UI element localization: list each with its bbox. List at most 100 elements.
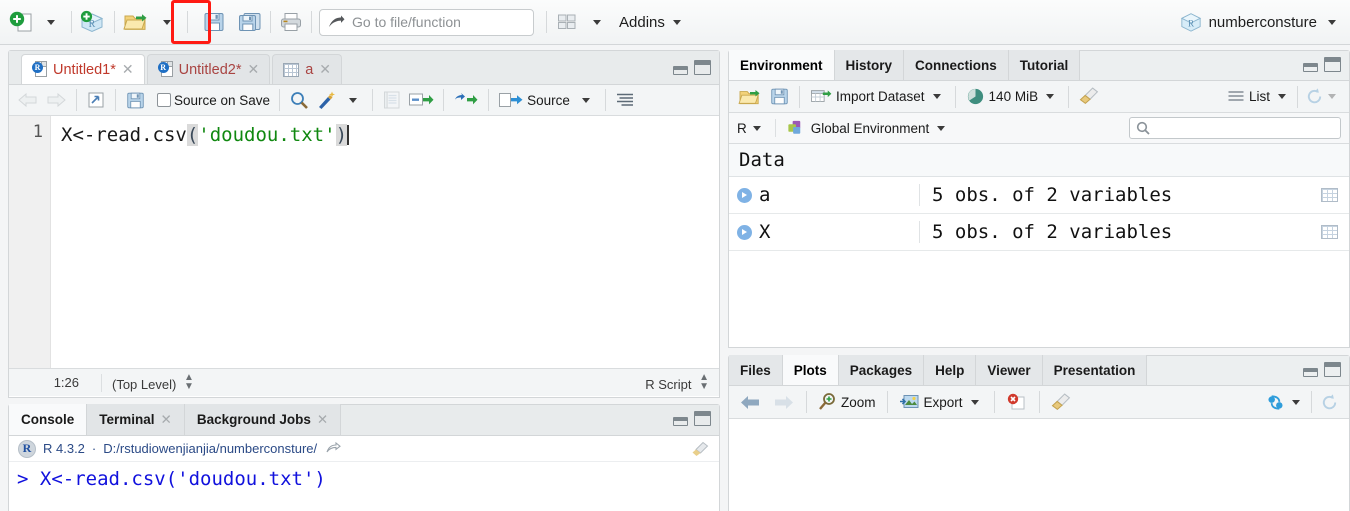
project-cube-icon: R bbox=[1180, 11, 1202, 33]
minimize-icon[interactable] bbox=[673, 417, 688, 426]
tab-environment[interactable]: Environment bbox=[729, 50, 835, 80]
open-file-dropdown[interactable] bbox=[152, 7, 182, 37]
tab-plots[interactable]: Plots bbox=[782, 355, 839, 385]
tab-background-jobs[interactable]: Background Jobs ✕ bbox=[184, 404, 342, 435]
tab-console[interactable]: Console bbox=[9, 404, 88, 435]
tab-help[interactable]: Help bbox=[924, 355, 977, 385]
minimize-icon[interactable] bbox=[1303, 63, 1318, 72]
print-button[interactable] bbox=[276, 7, 306, 37]
scope-selector[interactable]: (Top Level) ▲ ▼ bbox=[112, 372, 194, 393]
compile-report-button[interactable] bbox=[380, 88, 404, 112]
tab-packages[interactable]: Packages bbox=[838, 355, 925, 385]
maximize-icon[interactable] bbox=[1324, 362, 1341, 377]
updown-chevron-icon: ▲ ▼ bbox=[183, 372, 194, 392]
new-project-button[interactable]: R bbox=[77, 7, 109, 37]
close-icon[interactable]: ✕ bbox=[161, 412, 172, 428]
close-icon[interactable]: ✕ bbox=[319, 61, 331, 78]
source-forward-button[interactable] bbox=[43, 88, 69, 112]
code-content[interactable]: X<-read.csv('doudou.txt') bbox=[51, 116, 719, 368]
show-in-new-window-button[interactable] bbox=[84, 88, 108, 112]
save-button[interactable] bbox=[199, 7, 229, 37]
save-workspace-button[interactable] bbox=[767, 85, 791, 109]
view-mode-button[interactable]: List bbox=[1225, 85, 1292, 109]
code-editor[interactable]: 1 X<-read.csv('doudou.txt') bbox=[9, 116, 719, 368]
maximize-icon[interactable] bbox=[694, 60, 711, 75]
tab-history[interactable]: History bbox=[834, 50, 905, 80]
code-tools-dropdown[interactable] bbox=[341, 88, 365, 112]
minimize-icon[interactable] bbox=[673, 66, 688, 75]
maximize-icon[interactable] bbox=[694, 411, 711, 426]
r-version: R 4.3.2 bbox=[43, 441, 85, 456]
next-plot-button[interactable] bbox=[769, 390, 797, 414]
language-selector[interactable]: R bbox=[737, 121, 765, 136]
maximize-icon[interactable] bbox=[1324, 57, 1341, 72]
goto-arrow-icon bbox=[328, 15, 345, 30]
file-type-selector[interactable]: R Script ▲ ▼ bbox=[645, 373, 709, 393]
import-dataset-button[interactable]: Import Dataset bbox=[808, 85, 947, 109]
close-icon[interactable]: ✕ bbox=[247, 61, 259, 78]
project-menu[interactable]: R numberconsture bbox=[1180, 11, 1344, 33]
tab-connections[interactable]: Connections bbox=[904, 50, 1009, 80]
plots-tab-label: Packages bbox=[849, 362, 913, 378]
plots-pane-controls bbox=[1303, 362, 1341, 377]
view-table-button[interactable] bbox=[1309, 225, 1349, 239]
zoom-plot-button[interactable]: Zoom bbox=[816, 390, 878, 414]
view-table-button[interactable] bbox=[1309, 188, 1349, 202]
chevron-down-icon bbox=[752, 125, 761, 131]
line-number-gutter: 1 bbox=[9, 116, 51, 368]
expand-toggle[interactable] bbox=[729, 187, 759, 203]
minimize-icon[interactable] bbox=[1303, 368, 1318, 377]
new-file-button[interactable] bbox=[6, 7, 36, 37]
export-plot-button[interactable]: Export bbox=[897, 390, 985, 414]
memory-usage-button[interactable]: 140 MiB bbox=[964, 85, 1061, 109]
find-replace-button[interactable] bbox=[287, 88, 311, 112]
clear-plots-button[interactable] bbox=[1049, 390, 1075, 414]
tab-files[interactable]: Files bbox=[729, 355, 783, 385]
source-button[interactable]: Source bbox=[496, 88, 572, 112]
refresh-environment-button[interactable] bbox=[1303, 85, 1342, 109]
tab-viewer[interactable]: Viewer bbox=[976, 355, 1043, 385]
close-icon[interactable]: ✕ bbox=[122, 61, 134, 78]
goto-file-function-input[interactable]: Go to file/function bbox=[319, 8, 534, 36]
memory-usage-label: 140 MiB bbox=[988, 89, 1039, 104]
save-all-button[interactable] bbox=[235, 7, 265, 37]
run-button[interactable] bbox=[406, 88, 436, 112]
new-file-dropdown[interactable] bbox=[36, 7, 66, 37]
environment-row[interactable]: a 5 obs. of 2 variables bbox=[729, 177, 1349, 214]
tab-presentation[interactable]: Presentation bbox=[1042, 355, 1148, 385]
open-file-button[interactable] bbox=[120, 7, 152, 37]
clear-environment-button[interactable] bbox=[1077, 85, 1103, 109]
addins-button[interactable]: Addins bbox=[612, 7, 688, 37]
load-workspace-button[interactable] bbox=[736, 85, 764, 109]
expand-toggle[interactable] bbox=[729, 224, 759, 240]
source-dropdown[interactable] bbox=[574, 88, 598, 112]
environment-selector[interactable]: Global Environment bbox=[811, 121, 950, 136]
source-on-save-checkbox[interactable]: Source on Save bbox=[155, 88, 272, 112]
document-outline-button[interactable] bbox=[613, 88, 637, 112]
console-output[interactable]: > X<-read.csv('doudou.txt') bbox=[9, 462, 719, 492]
clear-console-icon[interactable] bbox=[691, 441, 709, 457]
previous-plot-button[interactable] bbox=[737, 390, 765, 414]
re-run-button[interactable] bbox=[451, 88, 481, 112]
publish-button[interactable] bbox=[1263, 390, 1306, 414]
source-save-button[interactable] bbox=[123, 88, 147, 112]
chevron-down-icon bbox=[937, 125, 946, 131]
close-icon[interactable]: ✕ bbox=[317, 412, 328, 428]
tab-tutorial[interactable]: Tutorial bbox=[1008, 50, 1081, 80]
search-field[interactable] bbox=[1150, 119, 1334, 137]
environment-search-input[interactable] bbox=[1129, 117, 1341, 139]
pane-layout-button[interactable] bbox=[552, 7, 582, 37]
source-tab-untitled1[interactable]: R Untitled1* ✕ bbox=[21, 54, 145, 84]
source-back-button[interactable] bbox=[15, 88, 41, 112]
object-name: a bbox=[759, 184, 771, 206]
remove-plot-button[interactable] bbox=[1004, 390, 1030, 414]
source-tab-a[interactable]: a ✕ bbox=[272, 54, 343, 84]
refresh-plot-button[interactable] bbox=[1317, 390, 1341, 414]
pane-layout-dropdown[interactable] bbox=[582, 7, 612, 37]
code-tools-button[interactable] bbox=[313, 88, 339, 112]
environment-row[interactable]: X 5 obs. of 2 variables bbox=[729, 214, 1349, 251]
open-directory-icon[interactable] bbox=[326, 442, 342, 455]
source-tab-untitled2[interactable]: R Untitled2* ✕ bbox=[146, 54, 271, 84]
environment-tabbar: Environment History Connections Tutorial bbox=[729, 50, 1349, 81]
tab-terminal[interactable]: Terminal ✕ bbox=[87, 404, 185, 435]
